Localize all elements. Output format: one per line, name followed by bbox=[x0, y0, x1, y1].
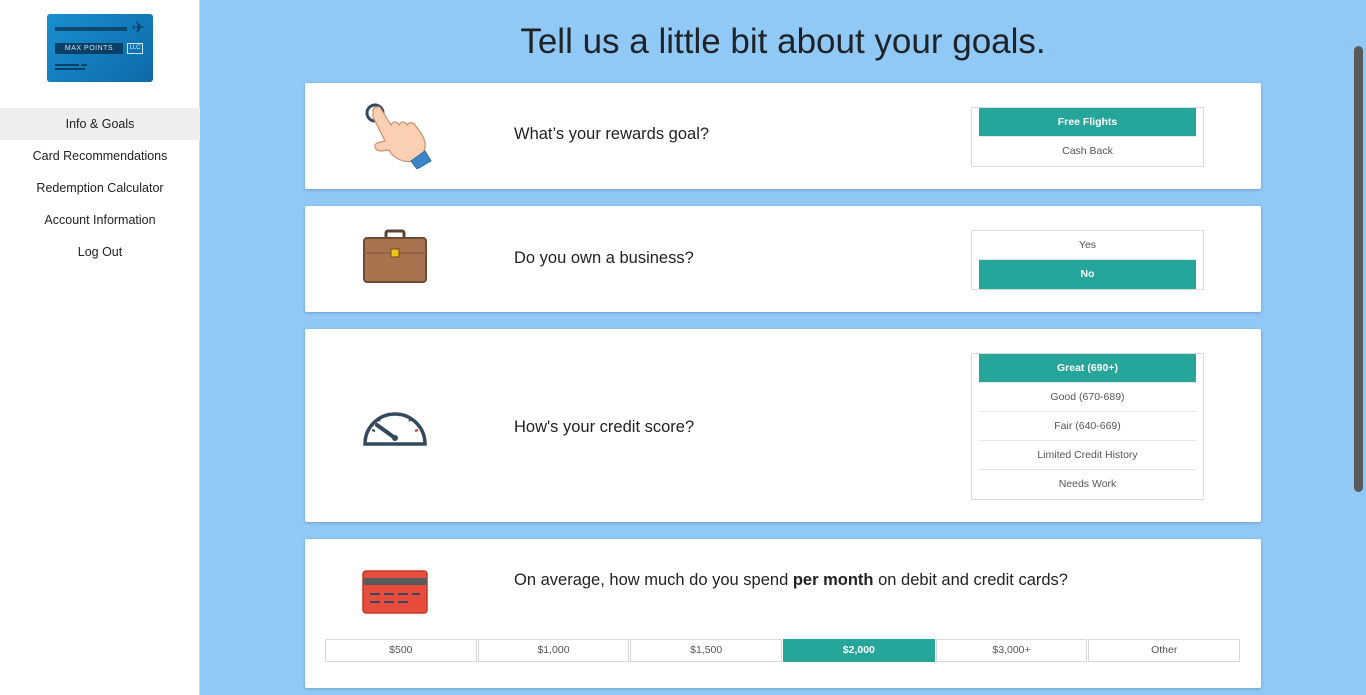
sidebar-nav: Info & Goals Card Recommendations Redemp… bbox=[0, 108, 200, 268]
credit-score-card: How's your credit score? Great (690+) Go… bbox=[305, 329, 1261, 522]
spend-question-text: on debit and credit cards? bbox=[873, 571, 1068, 589]
logo-dash bbox=[55, 64, 79, 66]
rewards-goal-card: What’s your rewards goal? Free Flights C… bbox=[305, 83, 1261, 189]
business-question: Do you own a business? bbox=[514, 249, 694, 267]
credit-score-options: Great (690+) Good (670-689) Fair (640-66… bbox=[971, 353, 1204, 500]
spend-question-text: On average, how much do you spend bbox=[514, 571, 793, 589]
logo-brand-text: MAX POINTS bbox=[55, 43, 123, 54]
logo-dash bbox=[55, 68, 85, 70]
logo-suffix-text: LLC bbox=[127, 43, 143, 54]
rewards-goal-question: What’s your rewards goal? bbox=[514, 125, 710, 143]
business-option-no[interactable]: No bbox=[979, 260, 1196, 289]
max-points-logo[interactable]: ✈ MAX POINTS LLC bbox=[47, 14, 153, 82]
logo-dash bbox=[81, 64, 87, 66]
briefcase-icon bbox=[363, 229, 427, 283]
airplane-icon: ✈ bbox=[131, 18, 145, 37]
sidebar-item-redemption-calculator[interactable]: Redemption Calculator bbox=[0, 172, 200, 204]
pointing-hand-icon bbox=[365, 103, 432, 169]
rewards-goal-options: Free Flights Cash Back bbox=[971, 107, 1204, 167]
sidebar: ✈ MAX POINTS LLC Info & Goals Card Recom… bbox=[0, 0, 200, 695]
page-title: Tell us a little bit about your goals. bbox=[520, 22, 1046, 61]
credit-option-needs-work[interactable]: Needs Work bbox=[979, 470, 1196, 499]
page-scrollbar[interactable] bbox=[1351, 0, 1366, 695]
spend-option-3000-plus[interactable]: $3,000+ bbox=[935, 639, 1088, 662]
speedometer-icon bbox=[363, 412, 427, 446]
spend-option-1500[interactable]: $1,500 bbox=[630, 639, 783, 662]
monthly-spend-question: On average, how much do you spend per mo… bbox=[514, 571, 1068, 590]
monthly-spend-options: $500 $1,000 $1,500 $2,000 $3,000+ Other bbox=[325, 639, 1241, 662]
spend-option-other[interactable]: Other bbox=[1088, 639, 1241, 662]
monthly-spend-card: On average, how much do you spend per mo… bbox=[305, 539, 1261, 688]
spend-option-2000[interactable]: $2,000 bbox=[783, 639, 935, 662]
business-option-yes[interactable]: Yes bbox=[979, 231, 1196, 260]
sidebar-item-info-goals[interactable]: Info & Goals bbox=[0, 108, 200, 140]
rewards-option-free-flights[interactable]: Free Flights bbox=[979, 108, 1196, 137]
business-options: Yes No bbox=[971, 230, 1204, 290]
sidebar-item-card-recommendations[interactable]: Card Recommendations bbox=[0, 140, 200, 172]
credit-score-question: How's your credit score? bbox=[514, 418, 695, 436]
business-card: Do you own a business? Yes No bbox=[305, 206, 1261, 312]
sidebar-item-log-out[interactable]: Log Out bbox=[0, 236, 200, 268]
scrollbar-thumb[interactable] bbox=[1354, 46, 1363, 492]
credit-option-good[interactable]: Good (670-689) bbox=[979, 383, 1196, 412]
credit-option-limited[interactable]: Limited Credit History bbox=[979, 441, 1196, 470]
credit-option-fair[interactable]: Fair (640-669) bbox=[979, 412, 1196, 441]
spend-option-500[interactable]: $500 bbox=[325, 639, 477, 662]
spend-question-emphasis: per month bbox=[792, 571, 874, 589]
rewards-option-cash-back[interactable]: Cash Back bbox=[979, 137, 1196, 166]
sidebar-item-account-information[interactable]: Account Information bbox=[0, 204, 200, 236]
credit-card-icon bbox=[362, 570, 428, 614]
credit-option-great[interactable]: Great (690+) bbox=[979, 354, 1196, 383]
spend-option-1000[interactable]: $1,000 bbox=[477, 639, 630, 662]
logo-stripe bbox=[55, 27, 127, 31]
